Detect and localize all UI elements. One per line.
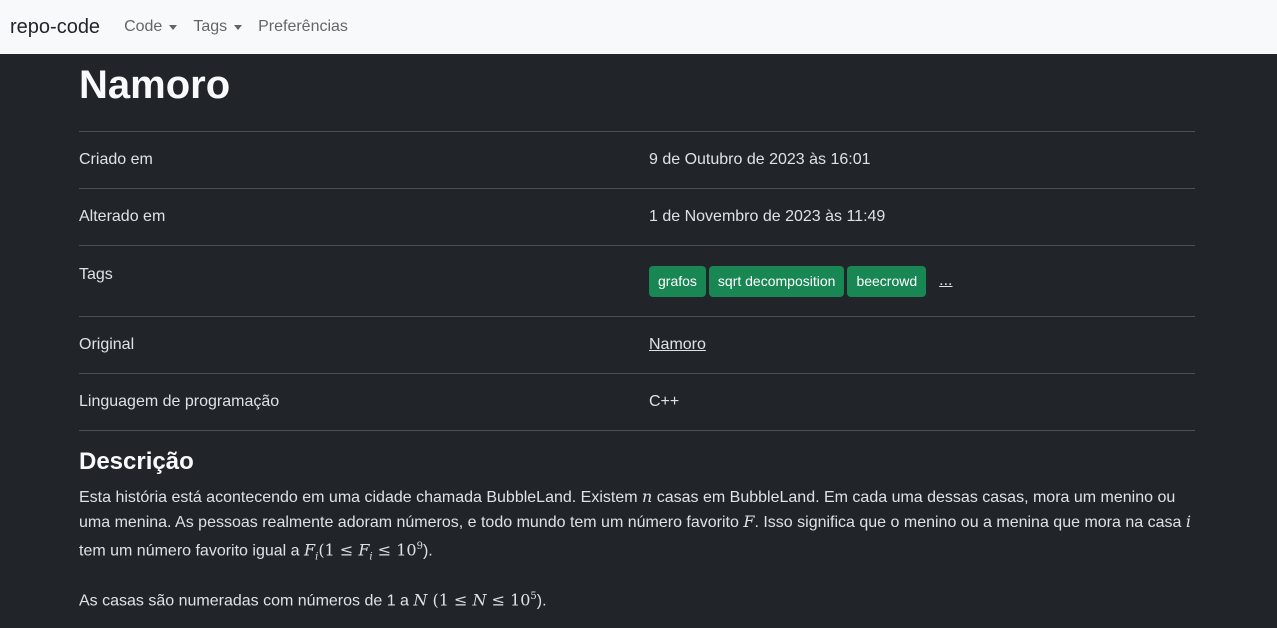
- math-range-close: ).: [422, 542, 433, 560]
- caret-down-icon: [234, 24, 243, 30]
- text-span: Esta história está acontecendo em uma ci…: [79, 489, 642, 506]
- nav-preferences-link[interactable]: Preferências: [258, 18, 348, 36]
- nav-tags-dropdown[interactable]: Tags: [193, 18, 243, 36]
- tag-badge[interactable]: grafos: [649, 265, 706, 297]
- page-title: Namoro: [79, 63, 231, 107]
- nav-tags-label: Tags: [193, 18, 228, 35]
- language-label: Linguagem de programação: [79, 373, 649, 431]
- description-paragraph: As casas são numeradas com números de 1 …: [79, 585, 1195, 613]
- more-tags-link[interactable]: ...: [939, 272, 952, 290]
- table-row: Alterado em 1 de Novembro de 2023 às 11:…: [79, 188, 1195, 246]
- math-range-open: (1 ≤: [318, 540, 359, 560]
- math-F: F: [743, 512, 755, 531]
- tag-badge[interactable]: sqrt decomposition: [708, 265, 845, 297]
- text-span: . Isso significa que o menino ou a menin…: [754, 514, 1186, 531]
- top-navbar: repo-code Code Tags Preferências: [0, 0, 1277, 54]
- caret-down-icon: [169, 24, 178, 30]
- table-row: Criado em 9 de Outubro de 2023 às 16:01: [79, 131, 1195, 189]
- modified-value: 1 de Novembro de 2023 às 11:49: [649, 188, 1195, 246]
- math-range-mid: ≤ 10: [372, 540, 417, 560]
- brand-link[interactable]: repo-code: [10, 16, 100, 39]
- math-N: N: [413, 589, 428, 609]
- original-label: Original: [79, 316, 649, 374]
- text-span: tem um número favorito igual a: [79, 542, 304, 560]
- main-content: Namoro Criado em 9 de Outubro de 2023 às…: [79, 54, 1195, 628]
- nav-code-dropdown[interactable]: Code: [124, 18, 178, 36]
- tag-list: grafos sqrt decomposition beecrowd ...: [649, 265, 1195, 297]
- created-value: 9 de Outubro de 2023 às 16:01: [649, 131, 1195, 189]
- tags-cell: grafos sqrt decomposition beecrowd ...: [649, 245, 1195, 317]
- table-row: Original Namoro: [79, 316, 1195, 374]
- table-row: Tags grafos sqrt decomposition beecrowd …: [79, 245, 1195, 317]
- language-value: C++: [649, 373, 1195, 431]
- created-label: Criado em: [79, 131, 649, 189]
- math-Fi: F: [304, 540, 316, 560]
- math-range-mid: ≤ 10: [486, 589, 531, 609]
- description-heading: Descrição: [79, 448, 194, 475]
- text-span: As casas são numeradas com números de 1 …: [79, 591, 414, 609]
- tags-label: Tags: [79, 245, 649, 317]
- math-range-close: ).: [536, 591, 547, 609]
- original-cell: Namoro: [649, 316, 1195, 374]
- table-row: Linguagem de programação C++: [79, 373, 1195, 431]
- properties-table: Criado em 9 de Outubro de 2023 às 16:01 …: [79, 131, 1195, 431]
- math-range-open: (1 ≤: [427, 589, 473, 609]
- modified-label: Alterado em: [79, 188, 649, 246]
- nav-preferences-label: Preferências: [258, 18, 348, 35]
- nav-code-label: Code: [124, 18, 163, 35]
- math-N: N: [472, 589, 487, 609]
- math-n: n: [642, 487, 653, 506]
- description-paragraph: Esta história está acontecendo em uma ci…: [79, 485, 1195, 570]
- math-i: i: [1185, 512, 1191, 531]
- original-link[interactable]: Namoro: [649, 336, 706, 353]
- tag-badge[interactable]: beecrowd: [847, 265, 927, 297]
- math-range-F: F: [358, 540, 370, 560]
